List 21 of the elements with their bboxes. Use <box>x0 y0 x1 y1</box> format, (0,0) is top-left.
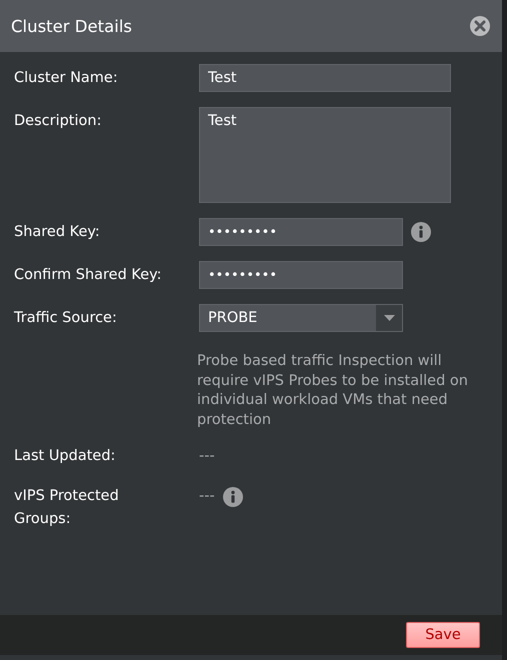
info-icon[interactable] <box>222 486 243 506</box>
dropdown[interactable]: PROBE <box>199 304 403 332</box>
close-icon[interactable] <box>470 16 490 36</box>
field-label: Description: <box>14 112 102 131</box>
field-label: Cluster Name: <box>14 69 119 88</box>
info-icon[interactable] <box>411 222 431 242</box>
field-label: Traffic Source: <box>14 309 118 328</box>
field-label: Confirm Shared Key: <box>14 266 163 285</box>
field-label: Last Updated: <box>14 447 116 466</box>
field-value: --- <box>198 487 215 506</box>
dialog-title: Cluster Details <box>11 16 132 36</box>
input-field[interactable]: ••••••••• <box>199 218 403 246</box>
save-button[interactable]: Save <box>406 622 480 648</box>
caret-icon <box>384 315 394 321</box>
input-field[interactable]: Test <box>199 107 451 203</box>
field-value: --- <box>198 447 215 466</box>
help-text: Probe based traffic Inspection will require vIPS Probes to be installed on individual workload VMs that need protection <box>197 352 469 430</box>
input-field[interactable]: Test <box>199 64 451 92</box>
input-field[interactable]: ••••••••• <box>199 261 403 289</box>
field-label: Shared Key: <box>14 223 101 242</box>
field-label: vIPS Protected Groups: <box>14 487 120 529</box>
